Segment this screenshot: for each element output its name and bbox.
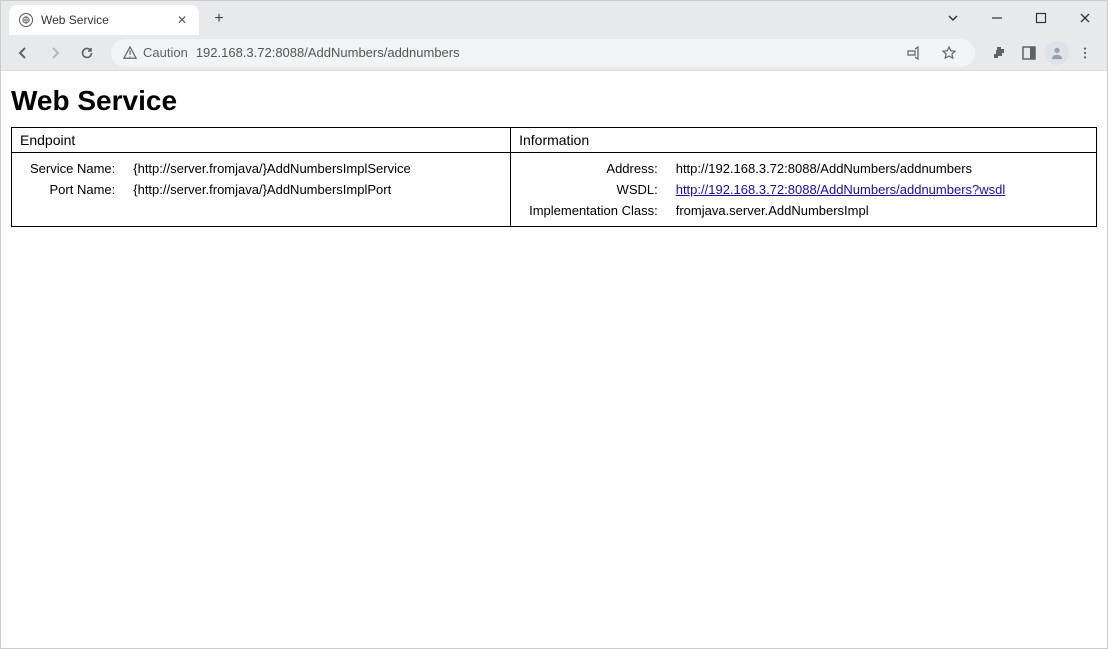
not-secure-warning: Caution (123, 45, 188, 60)
impl-class-value: fromjava.server.AddNumbersImpl (668, 201, 1014, 220)
chevron-down-icon[interactable] (931, 3, 975, 33)
toolbar: Caution 192.168.3.72:8088/AddNumbers/add… (1, 35, 1107, 71)
extensions-icon[interactable] (985, 39, 1013, 67)
page-content: Web Service Endpoint Information Service… (1, 71, 1107, 235)
window-controls (931, 1, 1107, 35)
header-endpoint: Endpoint (12, 128, 511, 153)
address-value: http://192.168.3.72:8088/AddNumbers/addn… (668, 159, 1014, 178)
header-information: Information (511, 128, 1097, 153)
address-bar[interactable]: Caution 192.168.3.72:8088/AddNumbers/add… (111, 39, 975, 67)
profile-avatar[interactable] (1045, 41, 1069, 65)
table-row: Port Name: {http://server.fromjava/}AddN… (22, 180, 419, 199)
service-table: Endpoint Information Service Name: {http… (11, 127, 1097, 227)
table-row: Implementation Class: fromjava.server.Ad… (521, 201, 1013, 220)
back-button[interactable] (9, 39, 37, 67)
globe-icon (19, 13, 33, 27)
security-label: Caution (143, 45, 188, 60)
information-cell: Address: http://192.168.3.72:8088/AddNum… (511, 153, 1097, 227)
tab-title: Web Service (41, 13, 175, 27)
close-tab-icon[interactable]: ✕ (175, 13, 189, 27)
maximize-button[interactable] (1019, 3, 1063, 33)
new-tab-button[interactable]: + (205, 5, 233, 33)
warning-icon (123, 46, 137, 60)
impl-class-label: Implementation Class: (521, 201, 666, 220)
page-title: Web Service (11, 85, 1097, 117)
reload-button[interactable] (73, 39, 101, 67)
titlebar: Web Service ✕ + (1, 1, 1107, 35)
browser-tab[interactable]: Web Service ✕ (9, 5, 199, 35)
share-icon[interactable] (899, 39, 927, 67)
table-row: Service Name: {http://server.fromjava/}A… (22, 159, 419, 178)
menu-icon[interactable] (1071, 39, 1099, 67)
endpoint-cell: Service Name: {http://server.fromjava/}A… (12, 153, 511, 227)
table-row: Address: http://192.168.3.72:8088/AddNum… (521, 159, 1013, 178)
port-name-label: Port Name: (22, 180, 123, 199)
port-name-value: {http://server.fromjava/}AddNumbersImplP… (125, 180, 418, 199)
table-row: WSDL: http://192.168.3.72:8088/AddNumber… (521, 180, 1013, 199)
address-label: Address: (521, 159, 666, 178)
url-text: 192.168.3.72:8088/AddNumbers/addnumbers (196, 45, 460, 60)
wsdl-label: WSDL: (521, 180, 666, 199)
service-name-value: {http://server.fromjava/}AddNumbersImplS… (125, 159, 418, 178)
service-name-label: Service Name: (22, 159, 123, 178)
wsdl-link[interactable]: http://192.168.3.72:8088/AddNumbers/addn… (676, 182, 1006, 197)
side-panel-icon[interactable] (1015, 39, 1043, 67)
minimize-button[interactable] (975, 3, 1019, 33)
close-window-button[interactable] (1063, 3, 1107, 33)
forward-button[interactable] (41, 39, 69, 67)
bookmark-icon[interactable] (935, 39, 963, 67)
